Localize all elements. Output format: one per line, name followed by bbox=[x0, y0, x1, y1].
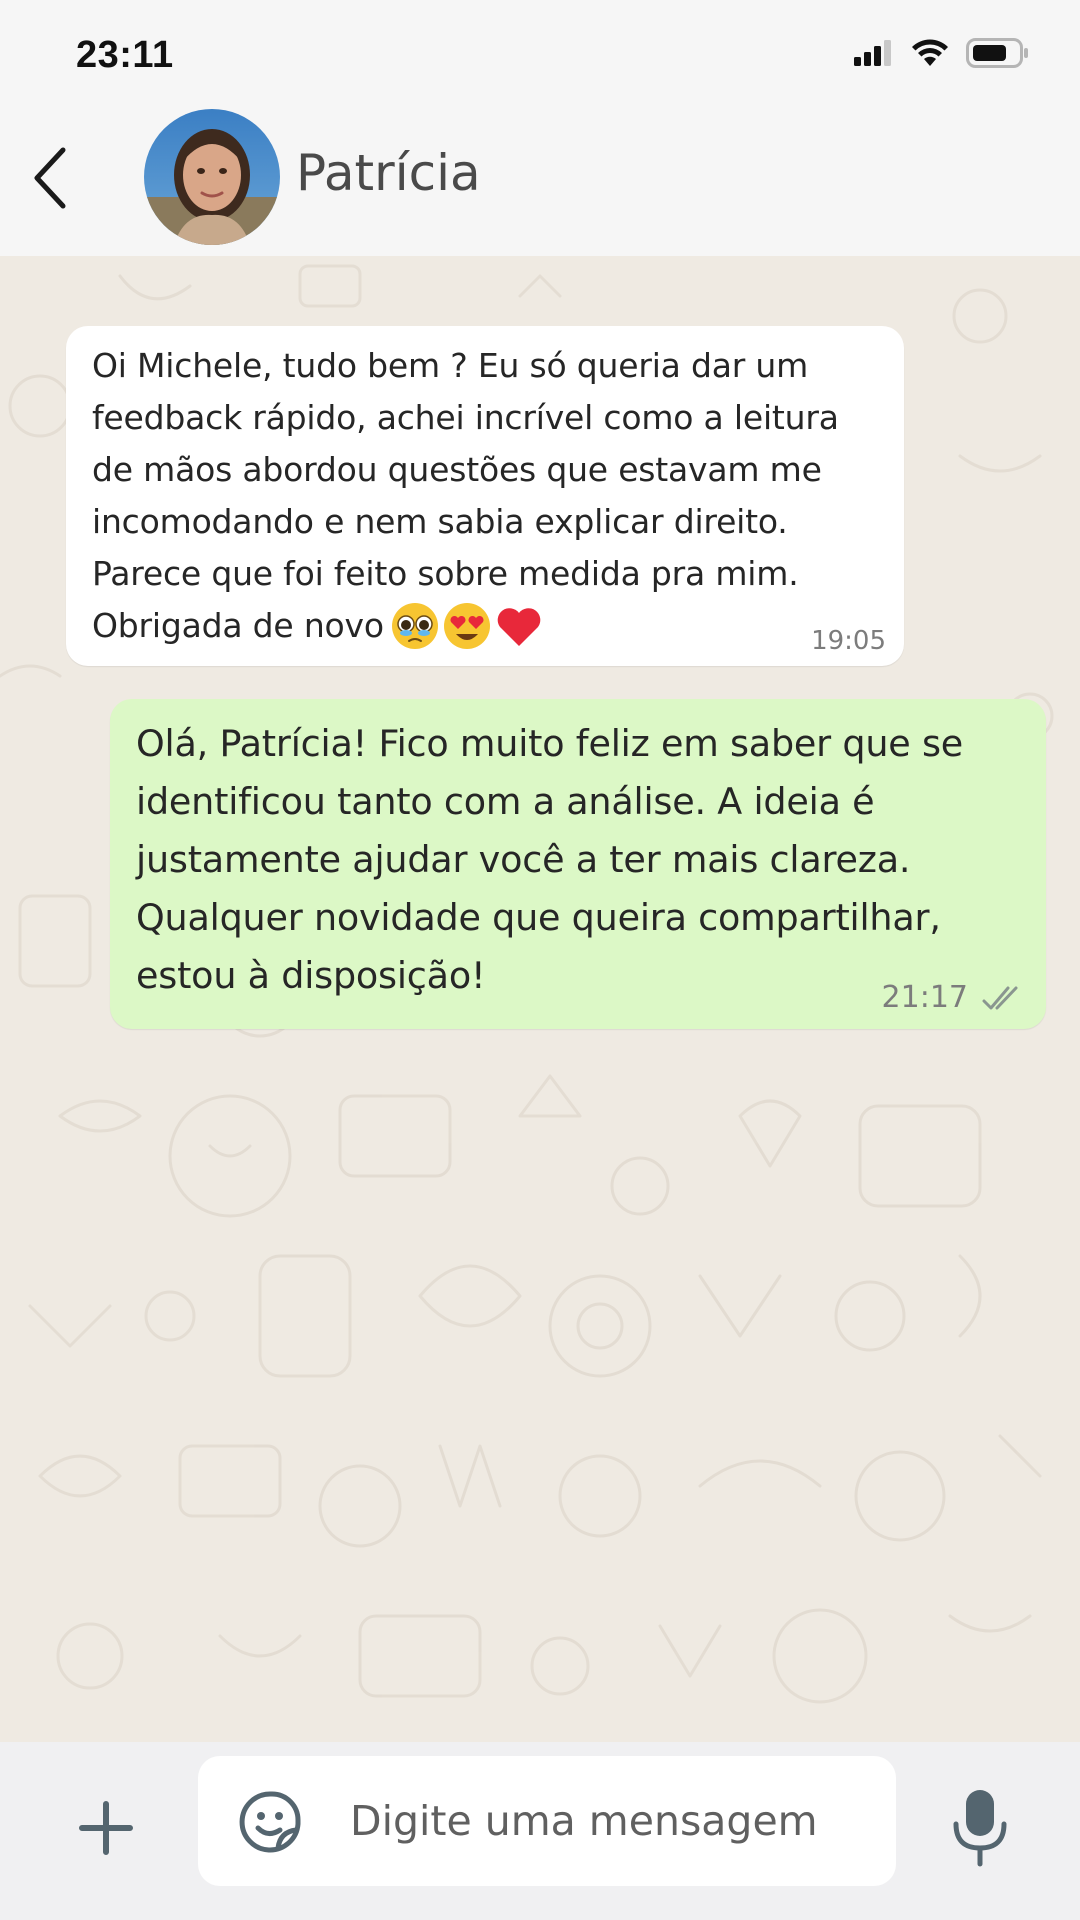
sticker-icon bbox=[239, 1791, 301, 1853]
avatar[interactable] bbox=[144, 109, 280, 245]
chat-area[interactable]: Oi Michele, tudo bem ? Eu só queria dar … bbox=[0, 256, 1080, 1742]
message-text: Oi Michele, tudo bem ? Eu só queria dar … bbox=[92, 340, 839, 653]
chat-header: Patrícia bbox=[0, 100, 1080, 256]
sticker-button[interactable] bbox=[238, 1790, 302, 1854]
heart-eyes-emoji bbox=[443, 602, 490, 649]
avatar-photo bbox=[144, 109, 280, 245]
signal-icon bbox=[854, 40, 891, 66]
emoji-group bbox=[390, 601, 544, 651]
teary-eyes-emoji bbox=[391, 602, 438, 649]
message-time: 19:05 bbox=[811, 626, 886, 656]
message-time: 21:17 bbox=[881, 980, 968, 1015]
battery-icon bbox=[966, 38, 1028, 68]
double-check-icon bbox=[982, 986, 1018, 1010]
input-bar bbox=[0, 1742, 1080, 1920]
back-button[interactable] bbox=[14, 134, 84, 222]
contact-name[interactable]: Patrícia bbox=[296, 144, 481, 202]
status-time: 23:11 bbox=[76, 34, 174, 76]
plus-icon bbox=[79, 1801, 133, 1855]
message-outgoing[interactable]: Olá, Patrícia! Fico muito feliz em saber… bbox=[110, 699, 1046, 1029]
message-incoming[interactable]: Oi Michele, tudo bem ? Eu só queria dar … bbox=[66, 326, 904, 666]
message-text: Olá, Patrícia! Fico muito feliz em saber… bbox=[136, 722, 964, 997]
attach-button[interactable] bbox=[72, 1794, 140, 1862]
message-input-box[interactable] bbox=[198, 1756, 896, 1886]
status-icons bbox=[854, 38, 1030, 68]
microphone-icon bbox=[953, 1790, 1007, 1867]
wifi-icon bbox=[912, 39, 948, 66]
red-heart-emoji bbox=[497, 607, 541, 646]
chevron-left-icon bbox=[34, 147, 66, 209]
status-bar: 23:11 bbox=[0, 0, 1080, 100]
mic-button[interactable] bbox=[950, 1786, 1010, 1870]
message-input[interactable] bbox=[350, 1778, 870, 1864]
